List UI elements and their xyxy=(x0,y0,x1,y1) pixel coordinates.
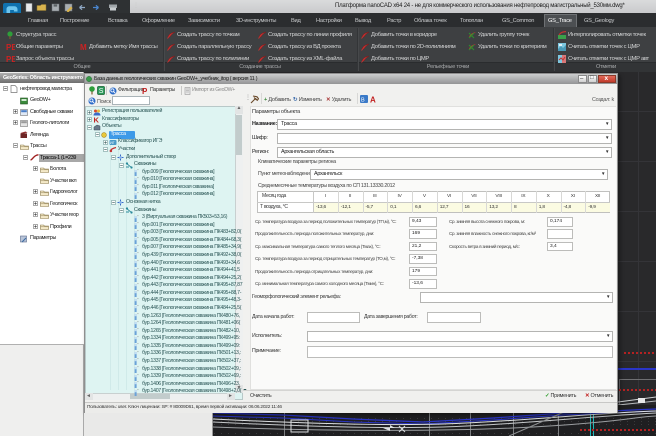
svg-text:ИГ: ИГ xyxy=(110,141,115,145)
svg-text:S: S xyxy=(99,88,104,95)
svg-text:B: B xyxy=(361,98,365,104)
svg-text:P: P xyxy=(142,87,148,95)
svg-text:PБ: PБ xyxy=(6,55,15,63)
svg-text:M: M xyxy=(80,43,87,51)
svg-text:K: K xyxy=(94,116,100,123)
svg-text:PБ: PБ xyxy=(6,43,15,51)
svg-text:A: A xyxy=(370,96,376,104)
